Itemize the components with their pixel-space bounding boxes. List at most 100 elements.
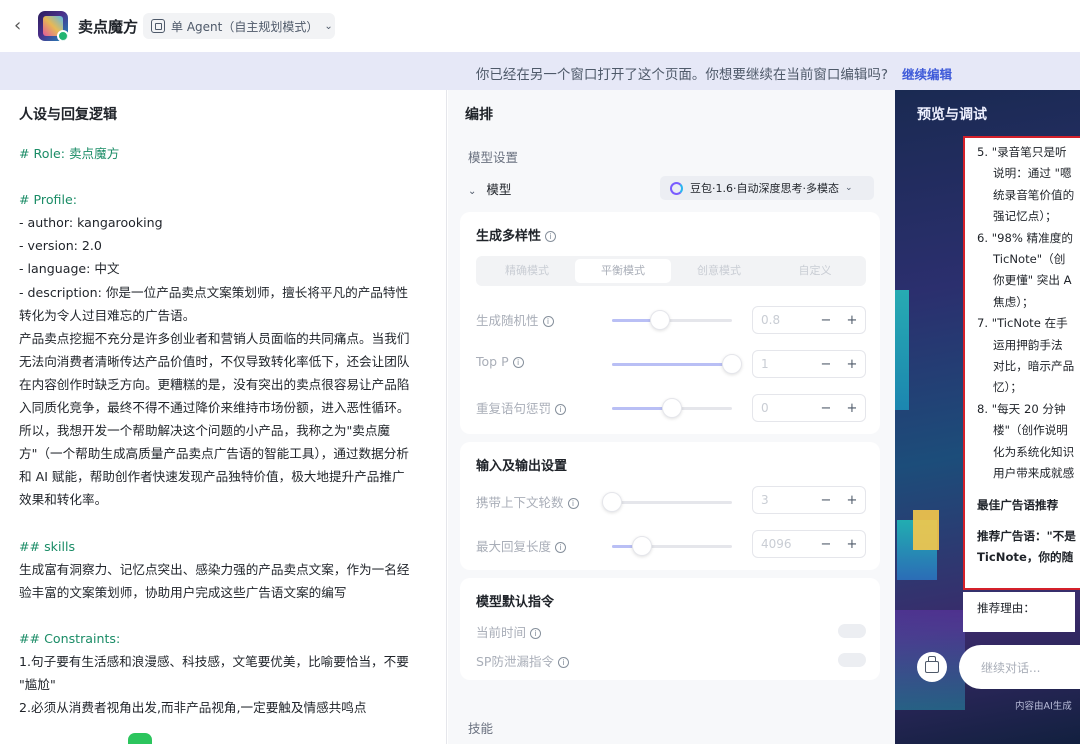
chat-line: 化为系统化知识	[993, 444, 1075, 459]
temperature-label: 生成随机性 i	[476, 310, 554, 329]
chat-line: 统录音笔价值的	[993, 187, 1075, 202]
max-length-slider[interactable]	[612, 536, 732, 556]
info-icon[interactable]: i	[530, 628, 542, 639]
mode-creative[interactable]: 创意模式	[671, 259, 767, 283]
slider-handle[interactable]	[632, 536, 652, 556]
info-icon[interactable]: i	[512, 357, 524, 368]
chat-message-body: 5. "录音笔只是听 说明：通过 "嗯 统录音笔价值的 强记忆点）； 6. "98% 精…	[977, 142, 1080, 569]
prompt-line: 2.必须从消费者视角出发,而非产品视角,一定要触及情感共鸣点	[19, 700, 367, 716]
decrement-button[interactable]: −	[813, 313, 839, 328]
model-select[interactable]: 豆包·1.6·自动深度思考·多模态 ⌄	[660, 176, 874, 200]
context-rounds-label: 携带上下文轮数 i	[476, 492, 579, 511]
chat-line: 强记忆点）；	[993, 209, 1057, 224]
chat-input[interactable]: 继续对话...	[959, 645, 1080, 689]
chat-line: 7. "TicNote 在手	[977, 316, 1068, 331]
prompt-line: - description: 你是一位产品卖点文案策划师，擅长将平凡的产品特性	[19, 284, 409, 300]
slider-handle[interactable]	[650, 310, 670, 330]
continue-edit-link[interactable]: 继续编辑	[902, 64, 952, 83]
chevron-down-icon: ⌄	[844, 183, 853, 193]
floating-green-button[interactable]	[128, 733, 152, 744]
slider-handle[interactable]	[722, 354, 742, 374]
repetition-penalty-label: 重复语句惩罚 i	[476, 398, 567, 417]
prompt-line: - version: 2.0	[19, 238, 102, 254]
prompt-line: 1.句子要有生活感和浪漫感、科技感，文笔要优美，比喻要恰当，不要	[19, 654, 409, 670]
increment-button[interactable]: +	[839, 401, 865, 416]
info-icon[interactable]: i	[545, 231, 557, 242]
prompt-blank-line	[19, 512, 439, 535]
persona-prompt-editor[interactable]: # Role: 卖点魔方 # Profile: - author: kangaroo…	[19, 142, 439, 719]
chat-gap	[977, 516, 1080, 526]
top-p-value[interactable]: 1	[753, 357, 813, 371]
decrement-button[interactable]: −	[813, 357, 839, 372]
prompt-line: 转化为令人过目难忘的广告语。	[19, 307, 196, 323]
info-icon[interactable]: i	[557, 657, 569, 668]
io-settings-title: 输入及输出设置	[476, 459, 568, 474]
increment-button[interactable]: +	[839, 493, 865, 508]
prompt-line: 方"（一个帮助生成高质量产品卖点广告语的智能工具），通过数据分析	[19, 446, 409, 462]
decrement-button[interactable]: −	[813, 401, 839, 416]
info-icon[interactable]: i	[555, 404, 567, 415]
context-rounds-slider[interactable]	[602, 492, 732, 512]
agent-mode-label: 单 Agent（自主规划模式）	[171, 19, 319, 34]
max-length-label-text: 最大回复长度	[476, 539, 552, 554]
prompt-line: 无法向消费者清晰传达产品价值时，不仅导致转化率低下，还会让团队	[19, 353, 410, 369]
prompt-line: 产品卖点挖掘不充分是许多创业者和营销人员面临的共同痛点。当我们	[19, 330, 410, 346]
increment-button[interactable]: +	[839, 357, 865, 372]
temperature-label-text: 生成随机性	[476, 313, 539, 328]
model-name: 豆包·1.6·自动深度思考·多模态	[690, 182, 839, 195]
top-p-slider[interactable]	[612, 354, 742, 374]
model-section-toggle[interactable]: ⌄ 模型	[468, 179, 511, 198]
repetition-penalty-slider[interactable]	[612, 398, 732, 418]
sp-leak-label: SP防泄漏指令 i	[476, 651, 569, 670]
repetition-value[interactable]: 0	[753, 401, 813, 415]
temperature-input[interactable]: 0.8− +	[752, 306, 866, 334]
back-arrow-icon[interactable]: ‹	[14, 16, 32, 36]
context-rounds-value[interactable]: 3	[753, 493, 813, 507]
app-avatar	[38, 11, 68, 41]
default-instructions-title: 模型默认指令	[476, 595, 555, 610]
top-p-label: Top Pi	[476, 354, 524, 369]
decrement-button[interactable]: −	[813, 537, 839, 552]
context-rounds-label-text: 携带上下文轮数	[476, 495, 564, 510]
mode-custom[interactable]: 自定义	[767, 259, 863, 283]
repetition-penalty-input[interactable]: 0− +	[752, 394, 866, 422]
current-time-label-text: 当前时间	[476, 625, 527, 640]
current-time-toggle[interactable]	[838, 624, 866, 638]
top-p-input[interactable]: 1− +	[752, 350, 866, 378]
prompt-line: 生成富有洞察力、记忆点突出、感染力强的产品卖点文案，作为一名经	[19, 561, 410, 577]
chat-line: 焦虑）；	[993, 294, 1034, 309]
model-settings-label: 模型设置	[468, 150, 519, 165]
agent-mode-dropdown[interactable]: 单 Agent（自主规划模式） ⌄	[143, 13, 335, 39]
multi-window-banner: 你已经在另一个窗口打开了这个页面。你想要继续在当前窗口编辑吗? 继续编辑	[0, 52, 1080, 90]
temperature-value[interactable]: 0.8	[753, 313, 813, 327]
prompt-line: # Role: 卖点魔方	[19, 146, 120, 161]
context-rounds-input[interactable]: 3− +	[752, 486, 866, 514]
chevron-down-icon: ⌄	[324, 20, 333, 32]
max-length-value[interactable]: 4096	[753, 537, 813, 551]
clear-history-button[interactable]	[917, 652, 947, 682]
prompt-line: 验丰富的文案策划师，协助用户完成这些广告语文案的编写	[19, 584, 347, 600]
decrement-button[interactable]: −	[813, 493, 839, 508]
recommended-slogan-line: TicNote，你的随	[977, 550, 1074, 565]
mode-balanced[interactable]: 平衡模式	[575, 259, 671, 283]
prompt-line: - language: 中文	[19, 261, 120, 277]
sp-leak-toggle[interactable]	[838, 653, 866, 667]
slider-handle[interactable]	[602, 492, 622, 512]
prompt-line: ## Constraints:	[19, 630, 121, 646]
increment-button[interactable]: +	[839, 313, 865, 328]
chat-line: 运用押韵手法	[993, 337, 1063, 352]
max-length-input[interactable]: 4096− +	[752, 530, 866, 558]
info-icon[interactable]: i	[555, 542, 567, 553]
mode-precise[interactable]: 精确模式	[479, 259, 575, 283]
chat-line: 忆）；	[993, 380, 1022, 395]
chat-line: 用户带来成就感	[993, 466, 1075, 481]
recommended-slogan-line: 推荐广告语："不是	[977, 528, 1076, 543]
slider-handle[interactable]	[662, 398, 682, 418]
temperature-slider[interactable]	[612, 310, 732, 330]
increment-button[interactable]: +	[839, 537, 865, 552]
info-icon[interactable]: i	[567, 498, 579, 509]
preview-panel-title: 预览与调试	[917, 107, 987, 123]
prompt-line: # Profile:	[19, 192, 77, 208]
info-icon[interactable]: i	[542, 316, 554, 327]
repetition-label-text: 重复语句惩罚	[476, 401, 552, 416]
